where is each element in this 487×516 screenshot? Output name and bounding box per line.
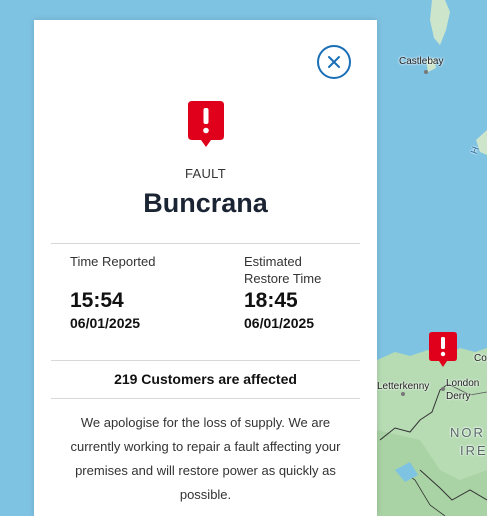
time-reported-label: Time Reported	[70, 254, 156, 269]
fault-type-label: FAULT	[185, 166, 226, 181]
location-title: Buncrana	[143, 188, 268, 218]
time-reported-block: Time Reported 15:54 06/01/2025	[70, 253, 210, 331]
date-reported-value: 06/01/2025	[70, 315, 141, 331]
close-button[interactable]	[317, 45, 351, 79]
customers-affected-text: 219 Customers are affected	[114, 371, 297, 387]
divider	[51, 243, 360, 244]
map-label-londonderry-line1: London	[446, 378, 480, 389]
map-label-northern-ireland-2: IRE	[460, 443, 487, 458]
map-label-letterkenny: Letterkenny	[377, 381, 430, 392]
estimated-restore-date-value: 06/01/2025	[244, 315, 315, 331]
fault-pin-icon[interactable]	[428, 331, 458, 369]
estimated-restore-time-value: 18:45	[244, 289, 298, 312]
fault-info-panel: FAULT Buncrana Time Reported 15:54 06/01…	[34, 20, 377, 516]
divider	[51, 398, 360, 399]
estimated-restore-label-line1: Estimated	[244, 254, 302, 269]
estimated-restore-label-line2: Restore Time	[244, 271, 322, 286]
map-label-londonderry-line2: Derry	[446, 391, 471, 402]
estimated-restore-block: Estimated Restore Time 18:45 06/01/2025	[244, 253, 384, 331]
close-icon	[328, 56, 340, 68]
map-label-co: Co	[474, 353, 487, 364]
map-label-northern-ireland-1: NOR	[450, 425, 485, 440]
time-reported-value: 15:54	[70, 289, 124, 312]
divider	[51, 360, 360, 361]
fault-message: We apologise for the loss of supply. We …	[70, 415, 341, 502]
fault-alert-icon	[188, 101, 224, 147]
map-label-castlebay: Castlebay	[399, 56, 444, 67]
estimated-restore-label: Estimated Restore Time	[244, 253, 384, 287]
